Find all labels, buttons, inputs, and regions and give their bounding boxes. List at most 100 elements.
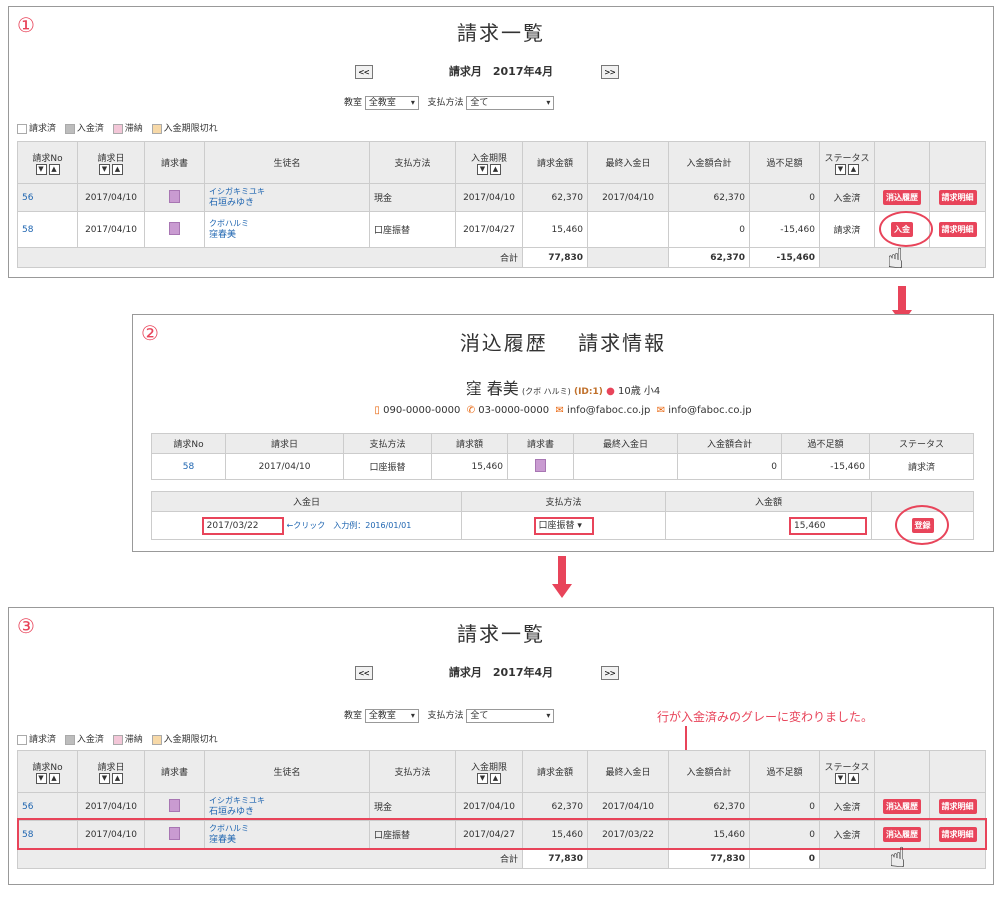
sort-desc-icon[interactable]: ▼ <box>835 772 846 784</box>
status-cell: 入金済 <box>819 792 875 821</box>
email-1[interactable]: info@faboc.co.jp <box>567 405 650 416</box>
invoice-table: 請求No ▼ ▲ 請求日 ▼ ▲ 請求書 生徒名 支払方法 入金期限 ▼ ▲ 請求金額 最終… <box>17 141 986 268</box>
last-payment-date <box>587 211 669 248</box>
phone-number: 03-0000-0000 <box>478 405 550 416</box>
column-header: 請求日 ▼ ▲ <box>77 750 145 793</box>
column-header: 生徒名 <box>204 750 370 793</box>
invoice-no-link[interactable]: 58 <box>151 453 226 480</box>
document-icon[interactable] <box>169 221 180 235</box>
action-cell: 請求明細 <box>929 792 986 821</box>
sort-desc-icon[interactable]: ▼ <box>99 163 110 175</box>
payment-method-select[interactable]: 全て <box>466 95 555 110</box>
payment-method-label: 支払方法 <box>427 711 464 721</box>
invoice-no-link[interactable]: 56 <box>17 792 78 821</box>
total-empty <box>587 848 669 869</box>
total-diff: 0 <box>749 848 820 869</box>
payment-method-select[interactable]: 口座振替 ▾ <box>533 516 594 535</box>
classroom-select[interactable]: 全教室 <box>364 708 419 723</box>
payment-amount-input[interactable]: 15,460 <box>789 516 867 535</box>
person-icon: ● <box>606 386 615 397</box>
table-header-row: 入金日 支払方法 入金額 <box>151 491 974 512</box>
column-header: 入金額合計 <box>677 433 782 454</box>
next-month-button[interactable]: >> <box>601 65 619 79</box>
invoice-no-link[interactable]: 58 <box>17 211 78 248</box>
invoice-amount: 15,460 <box>522 211 588 248</box>
table-row: 56 2017/04/10 イシガキミユキ 石垣みゆき 現金 2017/04/10… <box>17 792 986 821</box>
column-header: 入金額合計 <box>668 750 750 793</box>
sort-desc-icon[interactable]: ▼ <box>35 772 47 784</box>
payment-method-cell: 口座振替 ▾ <box>461 511 666 540</box>
sort-desc-icon[interactable]: ▼ <box>477 163 488 175</box>
balance-diff: 0 <box>749 183 820 212</box>
student-kana: (クボ ハルミ) <box>521 387 571 396</box>
sort-asc-icon[interactable]: ▲ <box>112 772 123 784</box>
legend-swatch <box>112 123 123 134</box>
table-header-row: 請求No ▼ ▲ 請求日 ▼ ▲ 請求書 生徒名 支払方法 入金期限 ▼ ▲ 請求金額 最終… <box>17 141 986 184</box>
classroom-label: 教室 <box>344 98 363 108</box>
payment-date-input[interactable]: 2017/03/22 <box>201 516 284 535</box>
payment-history-button[interactable]: 消込履歴 <box>883 799 921 814</box>
total-paid: 77,830 <box>668 848 750 869</box>
column-header: 最終入金日 <box>587 141 669 184</box>
legend-label: 請求済 <box>29 124 57 134</box>
invoice-detail-button[interactable]: 請求明細 <box>938 222 977 237</box>
sort-asc-icon[interactable]: ▲ <box>490 772 501 784</box>
action-cell: 消込履歴 <box>874 183 930 212</box>
sort-desc-icon[interactable]: ▼ <box>835 163 846 175</box>
sort-asc-icon[interactable]: ▲ <box>112 163 123 175</box>
document-icon[interactable] <box>169 798 180 812</box>
payment-history-button[interactable]: 消込履歴 <box>883 190 921 205</box>
mobile-phone-icon: ▯ <box>374 405 380 416</box>
classroom-label: 教室 <box>344 711 363 721</box>
table-row: 58 2017/04/10 口座振替 15,460 0 -15,460 請求済 <box>151 453 974 480</box>
invoice-detail-button[interactable]: 請求明細 <box>938 799 977 814</box>
column-header: 入金額 <box>665 491 872 512</box>
sort-desc-icon[interactable]: ▼ <box>35 163 47 175</box>
column-header: 請求金額 <box>522 750 588 793</box>
classroom-select[interactable]: 全教室 <box>364 95 419 110</box>
balance-diff: -15,460 <box>781 453 870 480</box>
student-name: 窪春美 <box>209 230 237 240</box>
payment-method-select[interactable]: 全て <box>466 708 555 723</box>
legend-swatch <box>17 123 27 134</box>
sort-asc-icon[interactable]: ▲ <box>48 772 60 784</box>
action-cell: 消込履歴 <box>874 792 930 821</box>
student-name-cell[interactable]: クボハルミ 窪春美 <box>204 211 370 248</box>
legend-item: 入金期限切れ <box>151 123 218 134</box>
sort-asc-icon[interactable]: ▲ <box>848 163 859 175</box>
legend-label: 請求済 <box>29 735 57 745</box>
sort-desc-icon[interactable]: ▼ <box>99 772 110 784</box>
legend-swatch <box>17 734 27 745</box>
column-header: 支払方法 <box>343 433 432 454</box>
column-header: 入金期限 ▼ ▲ <box>455 141 523 184</box>
invoice-detail-button[interactable]: 請求明細 <box>938 190 977 205</box>
legend-label: 入金済 <box>76 124 104 134</box>
document-icon[interactable] <box>169 189 180 203</box>
student-name-cell[interactable]: イシガキミユキ 石垣みゆき <box>204 183 370 212</box>
document-icon[interactable] <box>535 458 546 472</box>
status-cell: 請求済 <box>819 211 875 248</box>
column-header: 生徒名 <box>204 141 370 184</box>
payment-date-cell: 2017/03/22 ←クリック 入力例：2016/01/01 <box>151 511 462 540</box>
student-name-cell[interactable]: イシガキミユキ 石垣みゆき <box>204 792 370 821</box>
next-month-button[interactable]: >> <box>601 666 619 680</box>
invoice-date: 2017/04/10 <box>225 453 344 480</box>
status-cell: 入金済 <box>819 183 875 212</box>
total-amount: 77,830 <box>522 247 588 268</box>
table-row: 2017/03/22 ←クリック 入力例：2016/01/01 口座振替 ▾ 1… <box>151 511 974 540</box>
page-title: 請求一覧 <box>457 622 545 646</box>
contact-info: ▯ 090-0000-0000 ✆ 03-0000-0000 ✉ info@fa… <box>133 405 993 416</box>
sort-asc-icon[interactable]: ▲ <box>48 163 60 175</box>
student-kana: イシガキミユキ <box>209 796 265 805</box>
due-date: 2017/04/27 <box>455 211 523 248</box>
invoice-no-link[interactable]: 56 <box>17 183 78 212</box>
sort-desc-icon[interactable]: ▼ <box>477 772 488 784</box>
column-header: 請求金額 <box>522 141 588 184</box>
last-payment-date: 2017/04/10 <box>587 792 669 821</box>
sort-asc-icon[interactable]: ▲ <box>490 163 501 175</box>
highlight-row-box <box>17 818 987 850</box>
invoice-doc-cell <box>507 453 574 480</box>
email-2[interactable]: info@faboc.co.jp <box>668 405 751 416</box>
sort-asc-icon[interactable]: ▲ <box>848 772 859 784</box>
arrow-stem <box>898 286 906 312</box>
